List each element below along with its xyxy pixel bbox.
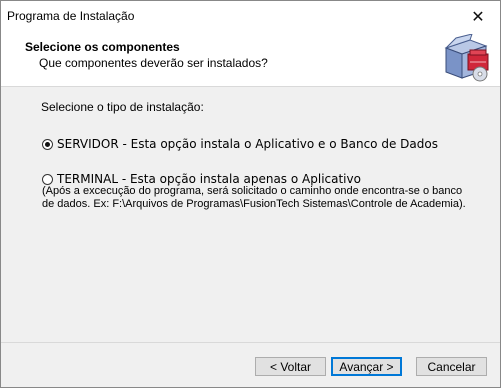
terminal-note-line2: de dados. Ex: F:\Arquivos de Programas\F…	[42, 198, 466, 210]
next-button[interactable]: Avançar >	[331, 357, 402, 376]
option-terminal-label[interactable]: TERMINAL - Esta opção instala apenas o A…	[57, 172, 361, 186]
wizard-content: Selecione o tipo de instalação: SERVIDOR…	[1, 87, 500, 342]
close-icon: ✕	[471, 8, 485, 26]
terminal-note: (Após a excecução do programa, será soli…	[42, 185, 482, 211]
radio-servidor[interactable]	[42, 138, 53, 150]
window-title: Programa de Instalação	[7, 9, 135, 23]
back-button[interactable]: < Voltar	[255, 357, 326, 376]
option-terminal[interactable]: TERMINAL - Esta opção instala apenas o A…	[42, 172, 361, 186]
installer-box-icon	[440, 33, 492, 84]
close-button[interactable]: ✕	[456, 1, 500, 32]
title-bar[interactable]: Programa de Instalação ✕	[1, 1, 500, 32]
footer-divider	[1, 342, 500, 343]
wizard-header: Selecione os componentes Que componentes…	[1, 32, 500, 87]
option-servidor[interactable]: SERVIDOR - Esta opção instala o Aplicati…	[42, 137, 438, 151]
terminal-note-line1: (Após a excecução do programa, será soli…	[42, 185, 463, 197]
install-type-label: Selecione o tipo de instalação:	[41, 100, 204, 114]
header-title: Selecione os componentes	[25, 40, 180, 54]
cancel-button[interactable]: Cancelar	[416, 357, 487, 376]
radio-terminal[interactable]	[42, 173, 53, 185]
installer-window: Programa de Instalação ✕ Selecione os co…	[0, 0, 501, 388]
header-subtitle: Que componentes deverão ser instalados?	[39, 56, 268, 70]
option-servidor-label[interactable]: SERVIDOR - Esta opção instala o Aplicati…	[57, 137, 438, 151]
